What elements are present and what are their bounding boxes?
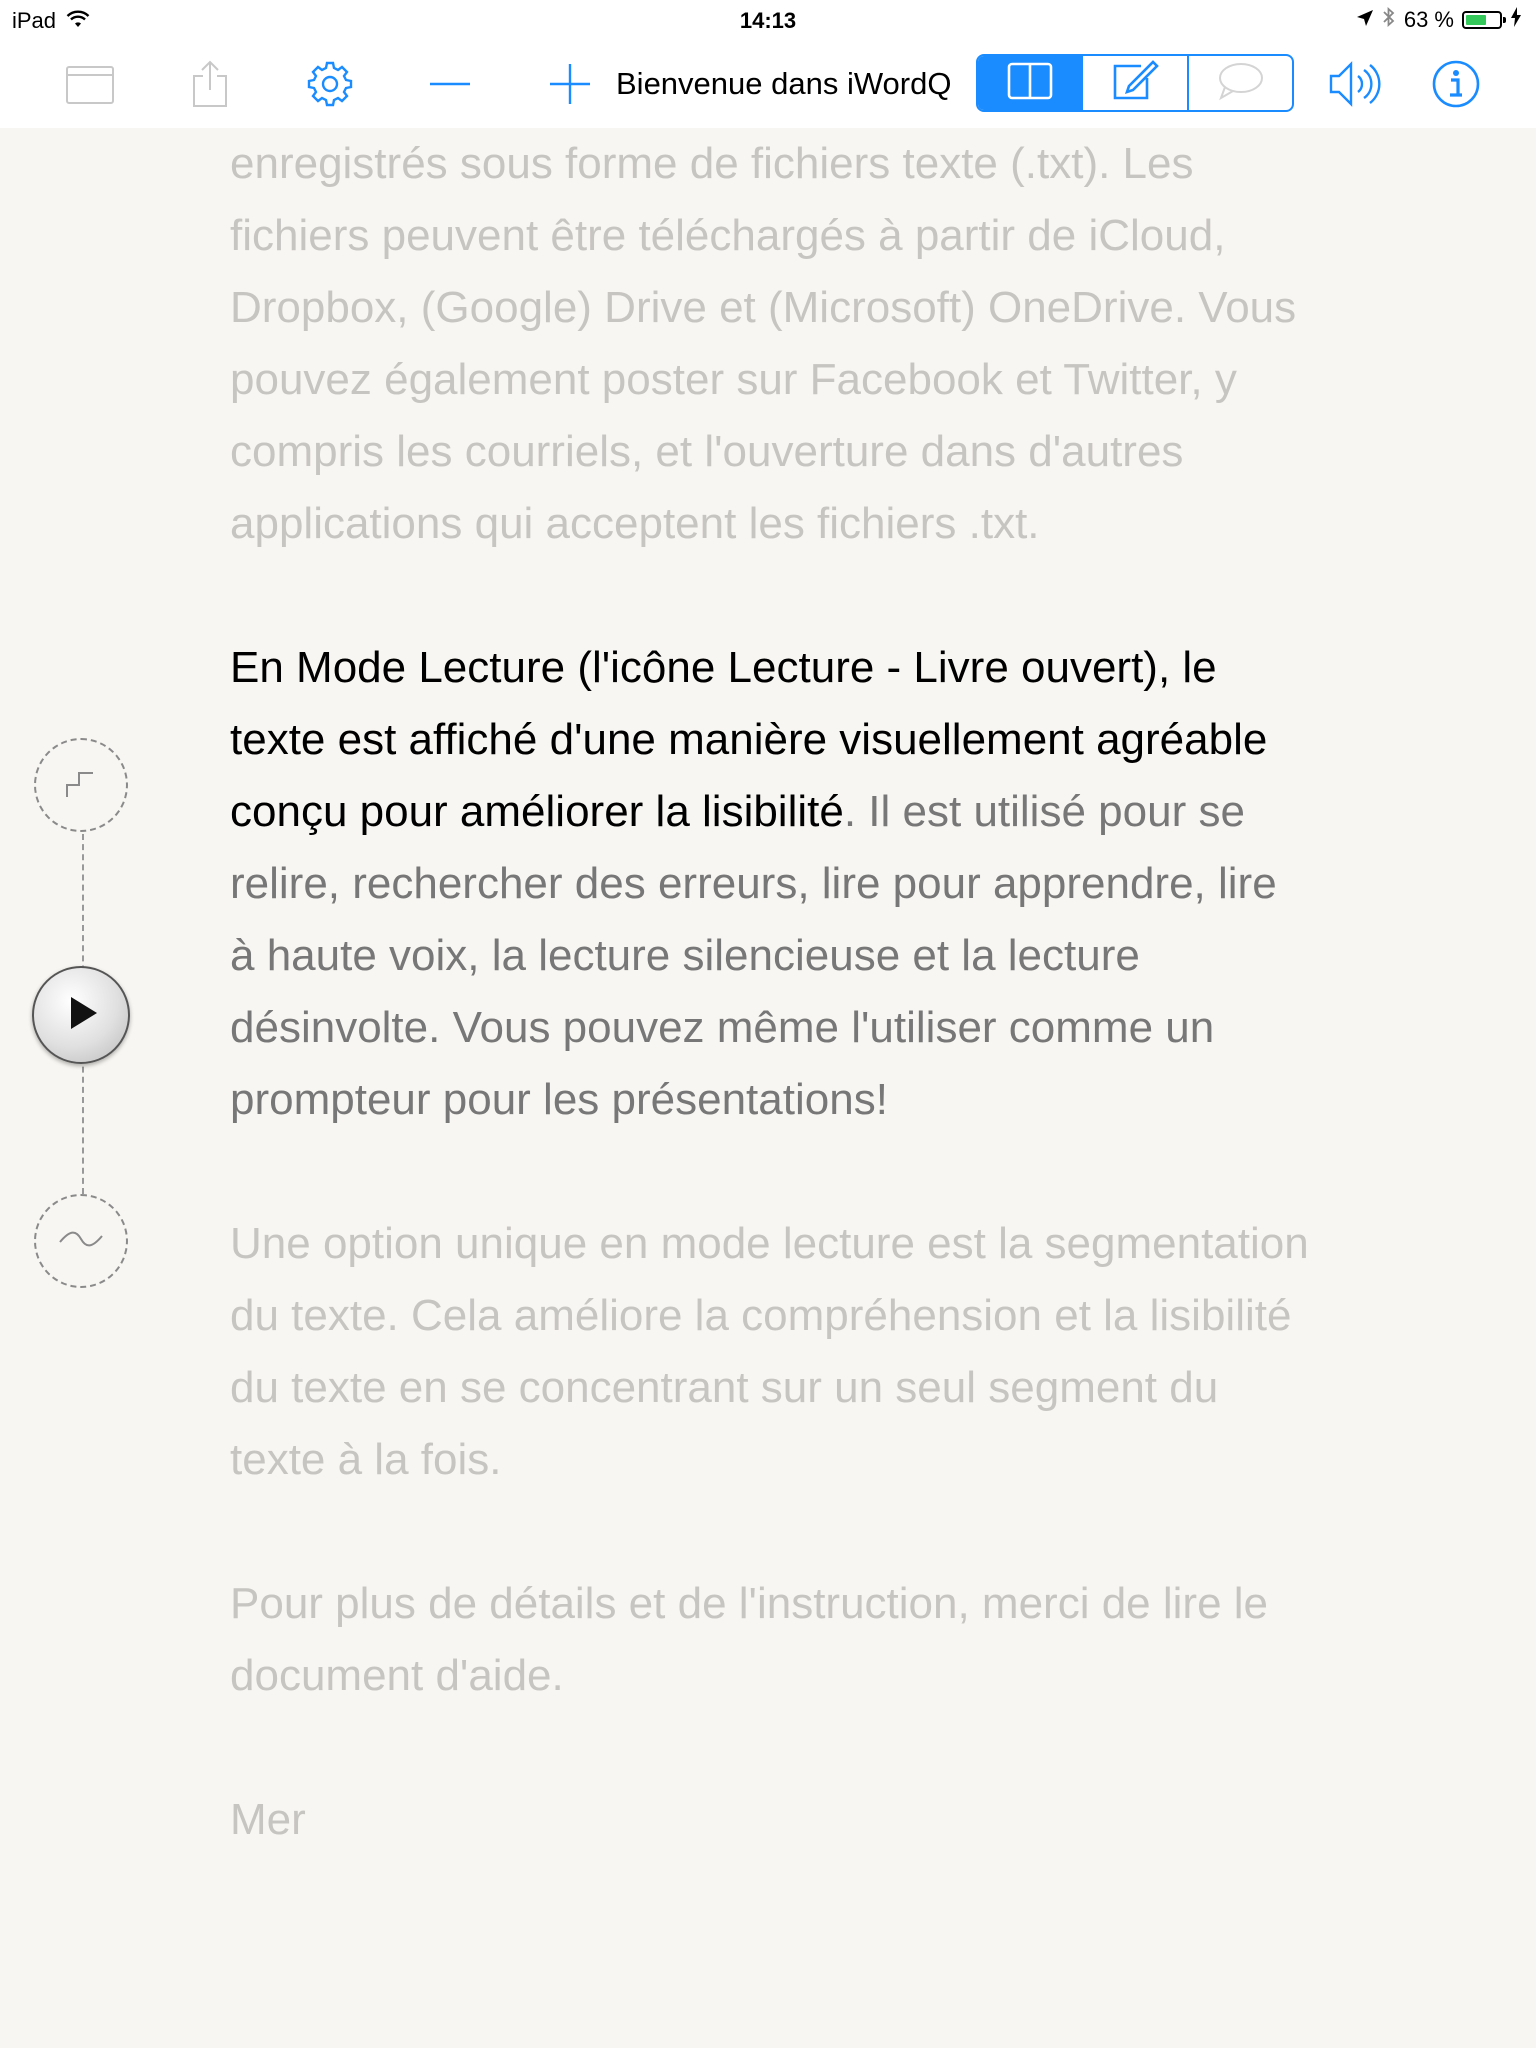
speaker-icon[interactable] <box>1326 56 1382 112</box>
toolbar: Bienvenue dans iWordQ <box>0 40 1536 128</box>
paragraph: Mer <box>230 1795 306 1844</box>
play-icon <box>59 991 103 1040</box>
status-time: 14:13 <box>739 8 797 33</box>
segment-controls <box>30 738 136 1298</box>
charging-bolt-icon <box>1510 7 1522 33</box>
location-arrow-icon <box>1356 7 1374 33</box>
book-open-icon <box>1007 61 1053 106</box>
plus-icon[interactable] <box>542 56 598 112</box>
segment-mode-button[interactable] <box>34 1194 128 1288</box>
document-title[interactable]: Bienvenue dans iWordQ <box>616 66 986 102</box>
reading-mode-button[interactable] <box>978 56 1084 110</box>
speech-mode-button[interactable] <box>1189 56 1292 110</box>
info-icon[interactable] <box>1428 56 1484 112</box>
play-button[interactable] <box>32 966 130 1064</box>
edit-icon <box>1111 59 1159 107</box>
speech-bubble-icon <box>1215 61 1265 106</box>
wave-icon <box>56 1224 106 1259</box>
edit-mode-button[interactable] <box>1083 56 1189 110</box>
status-bar: iPad 14:13 63 % <box>0 0 1536 40</box>
share-icon[interactable] <box>182 56 238 112</box>
minus-icon[interactable] <box>422 56 478 112</box>
current-paragraph: En Mode Lecture (l'icône Lecture - Livre… <box>230 632 1310 1136</box>
paragraph: enregistrés sous forme de fichiers texte… <box>230 139 1297 548</box>
battery-fill <box>1466 15 1487 25</box>
gear-icon[interactable] <box>302 56 358 112</box>
mode-segmented-control <box>976 54 1294 112</box>
step-icon <box>61 763 101 808</box>
reading-content: enregistrés sous forme de fichiers texte… <box>230 128 1310 1928</box>
paragraph: Pour plus de détails et de l'instruction… <box>230 1579 1269 1700</box>
battery-percent: 63 % <box>1403 7 1454 32</box>
paragraph: Une option unique en mode lecture est la… <box>230 1219 1309 1484</box>
previous-segment-button[interactable] <box>34 738 128 832</box>
battery-icon <box>1462 11 1506 29</box>
bluetooth-icon <box>1382 6 1396 34</box>
folder-icon[interactable] <box>62 56 118 112</box>
paragraph-remainder: . Il est utilisé pour se relire, recherc… <box>230 787 1277 1124</box>
